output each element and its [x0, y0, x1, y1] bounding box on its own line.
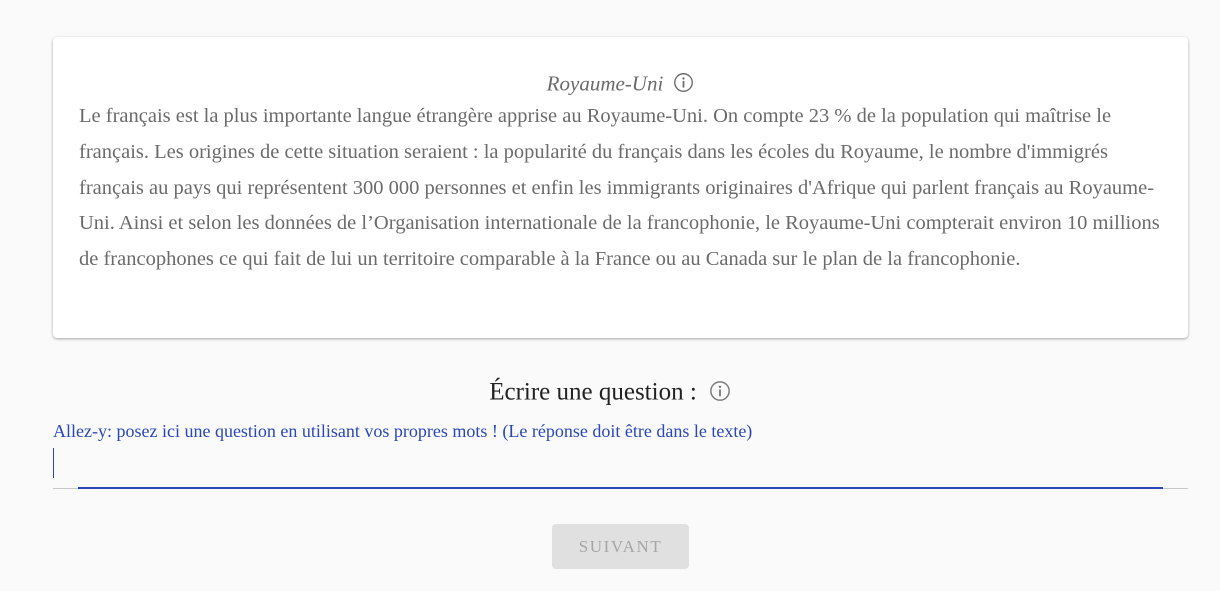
question-input-label: Allez-y: posez ici une question en utili… — [53, 421, 753, 441]
next-button[interactable]: Suivant — [552, 524, 689, 569]
text-caret — [53, 448, 54, 478]
page: Royaume-Uni Le français est la plus impo… — [0, 0, 1220, 591]
info-circle-icon[interactable] — [709, 380, 731, 402]
question-heading-row: Écrire une question : — [0, 374, 1220, 410]
info-circle-icon[interactable] — [673, 72, 694, 93]
question-heading: Écrire une question : — [489, 378, 697, 406]
passage-title-row: Royaume-Uni — [79, 67, 1162, 99]
input-underline-focused — [78, 487, 1163, 489]
passage-card: Royaume-Uni Le français est la plus impo… — [53, 37, 1188, 338]
question-input[interactable] — [53, 444, 1188, 488]
passage-title: Royaume-Uni — [546, 71, 664, 96]
passage-text: Le français est la plus importante langu… — [79, 105, 1160, 271]
